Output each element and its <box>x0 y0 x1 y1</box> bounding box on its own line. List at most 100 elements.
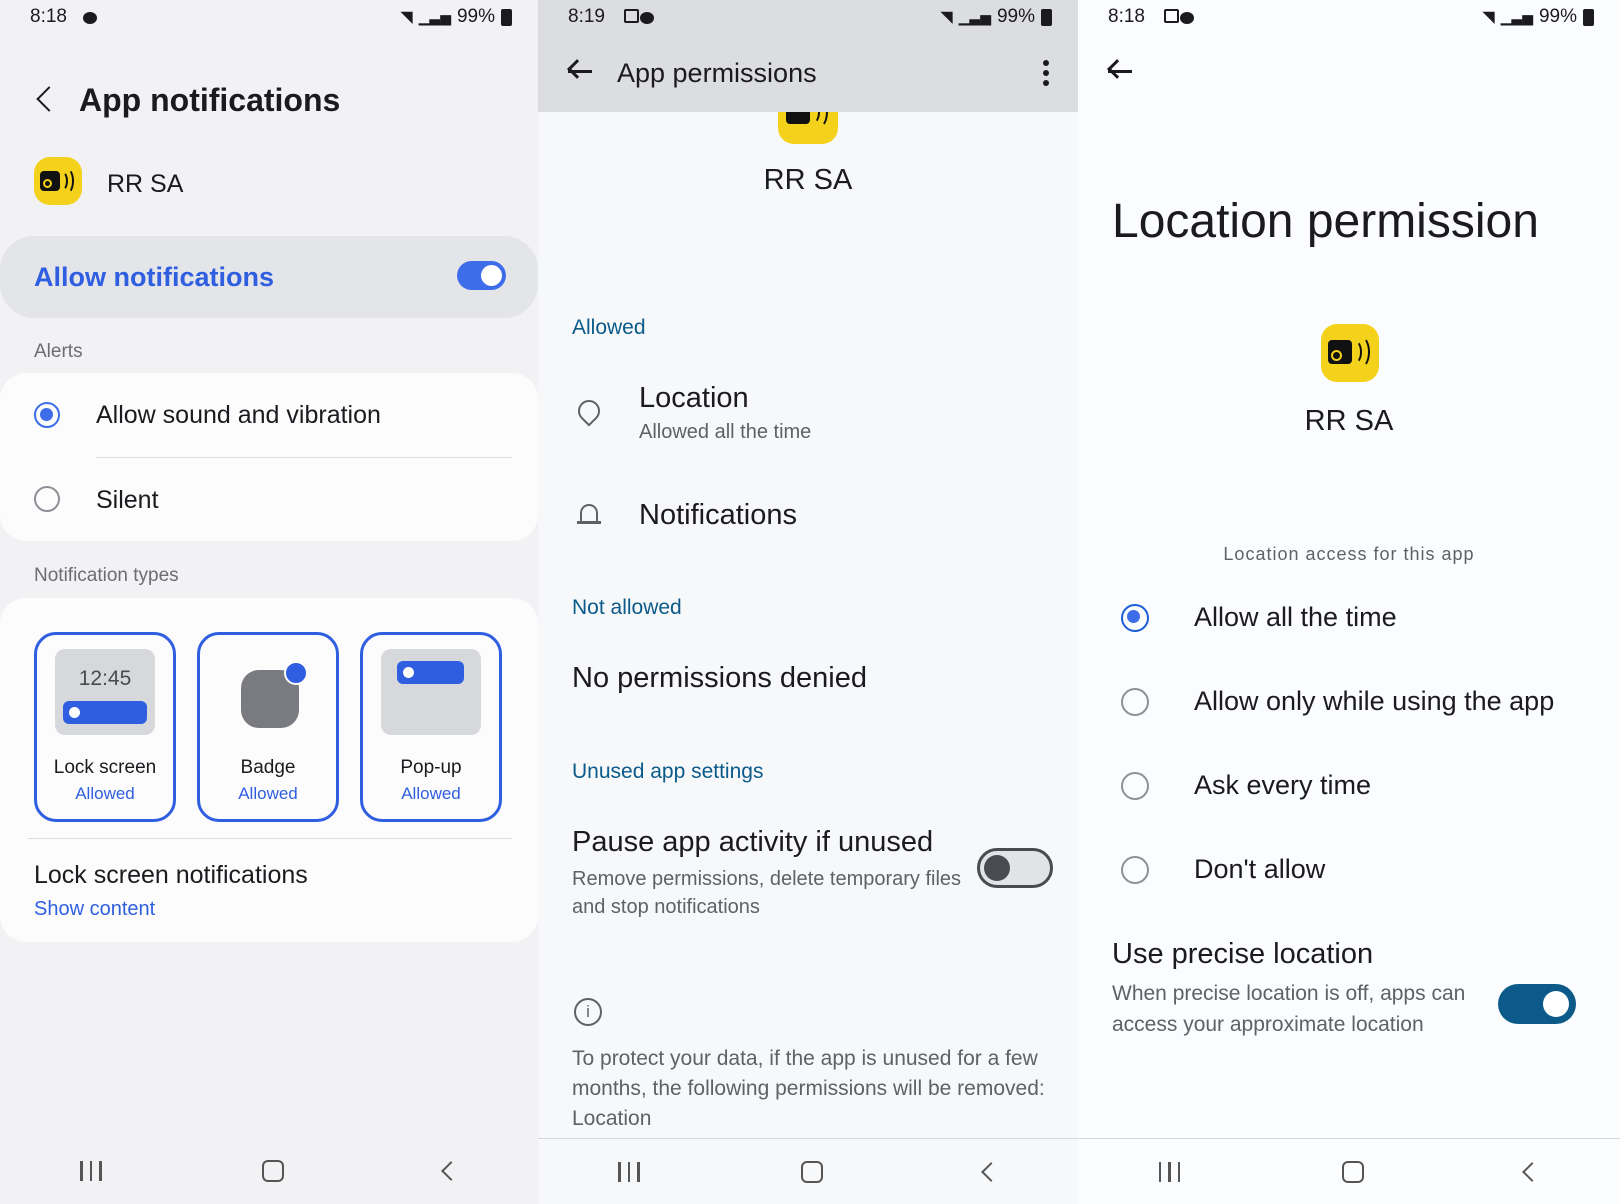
type-status-lock-screen: Allowed <box>75 784 135 803</box>
unused-app-settings-header: Unused app settings <box>572 760 764 783</box>
option-allow-all-the-time[interactable]: Allow all the time <box>1078 598 1620 662</box>
radio-dont-allow[interactable] <box>1121 856 1149 884</box>
label-ask-every-time: Ask every time <box>1194 770 1372 800</box>
notifications-permission-row[interactable]: Notifications <box>538 496 1078 556</box>
wifi-icon: ◥ <box>940 9 953 26</box>
alert-option-silent[interactable]: Silent <box>0 458 538 541</box>
notification-types-header: Notification types <box>34 565 179 586</box>
signal-icon: ▁▃▅ <box>958 8 991 25</box>
alert-label-silent: Silent <box>96 486 159 514</box>
image-icon <box>1164 9 1179 23</box>
nav-back-icon[interactable] <box>440 1161 461 1181</box>
wifi-icon: ◥ <box>1482 9 1495 26</box>
app-permissions-screen: 8:19 ◥ ▁▃▅ 99% App permissions RR SA All… <box>538 0 1078 1204</box>
location-access-header: Location access for this app <box>1223 544 1475 564</box>
type-status-badge: Allowed <box>238 784 298 803</box>
divider <box>28 838 512 839</box>
no-permissions-denied: No permissions denied <box>572 662 867 694</box>
allow-notifications-toggle[interactable] <box>457 261 506 290</box>
battery-icon <box>501 8 512 26</box>
message-icon <box>83 12 97 24</box>
battery-level: 99% <box>1538 6 1577 27</box>
back-arrow-icon[interactable] <box>566 56 596 86</box>
alert-radio-sound[interactable] <box>34 402 60 428</box>
lock-screen-notifications-row[interactable]: Lock screen notifications Show content <box>0 846 538 936</box>
lock-screen-preview: 12:45 <box>55 649 155 735</box>
alerts-header: Alerts <box>34 341 83 362</box>
location-title: Location <box>639 382 749 414</box>
app-name: RR SA <box>107 170 184 198</box>
location-permission-row[interactable]: Location Allowed all the time <box>538 376 1078 456</box>
precise-location-toggle[interactable] <box>1498 984 1576 1024</box>
recents-icon[interactable] <box>80 1161 102 1181</box>
pause-activity-toggle[interactable] <box>977 848 1053 888</box>
status-bar: 8:18 ◥ ▁▃▅ 99% <box>0 0 538 36</box>
app-name: RR SA <box>763 164 853 196</box>
allow-notifications-label: Allow notifications <box>34 262 274 292</box>
recents-icon[interactable] <box>1158 1161 1181 1182</box>
badge-dot <box>284 661 308 685</box>
home-icon[interactable] <box>1341 1160 1364 1183</box>
page-title: App permissions <box>617 58 817 88</box>
back-arrow-icon[interactable] <box>1106 56 1136 86</box>
alert-radio-silent[interactable] <box>34 486 60 512</box>
app-icon <box>34 157 82 205</box>
image-icon <box>624 9 639 23</box>
battery-icon <box>1583 8 1594 26</box>
radio-ask-every-time[interactable] <box>1121 772 1149 800</box>
lock-screen-notifications-value: Show content <box>34 898 156 920</box>
not-allowed-header: Not allowed <box>572 596 682 619</box>
preview-time: 12:45 <box>78 667 132 690</box>
app-name: RR SA <box>1304 405 1394 437</box>
allow-notifications-row[interactable]: Allow notifications <box>0 236 538 318</box>
nav-back-icon[interactable] <box>980 1161 1001 1182</box>
label-allow-while-using: Allow only while using the app <box>1194 686 1555 716</box>
status-time: 8:18 <box>1108 6 1145 27</box>
type-name-badge: Badge <box>240 757 296 778</box>
navigation-bar <box>538 1138 1078 1204</box>
radio-allow-all-the-time[interactable] <box>1121 604 1149 632</box>
status-bar: 8:18 ◥ ▁▃▅ 99% <box>1078 0 1620 36</box>
type-lock-screen[interactable]: 12:45 Lock screen Allowed <box>34 632 176 822</box>
battery-icon <box>1041 8 1052 26</box>
bell-icon <box>580 504 598 522</box>
battery-level: 99% <box>456 6 495 27</box>
recents-icon[interactable] <box>618 1161 640 1182</box>
alert-label-sound: Allow sound and vibration <box>96 401 381 429</box>
location-permission-screen: 8:18 ◥ ▁▃▅ 99% Location permission RR SA… <box>1078 0 1620 1204</box>
alerts-card: Allow sound and vibration Silent <box>0 373 538 541</box>
allowed-header: Allowed <box>572 316 646 339</box>
back-icon[interactable] <box>36 86 62 112</box>
precise-location-row[interactable]: Use precise location When precise locati… <box>1078 938 1620 1078</box>
location-pin-icon <box>573 395 605 427</box>
info-text: To protect your data, if the app is unus… <box>572 1047 1045 1130</box>
home-icon[interactable] <box>800 1160 823 1183</box>
page-title: App notifications <box>79 82 341 118</box>
alert-option-sound[interactable]: Allow sound and vibration <box>0 373 538 457</box>
type-name-lock-screen: Lock screen <box>53 757 157 778</box>
notifications-title: Notifications <box>639 499 797 531</box>
app-notifications-screen: 8:18 ◥ ▁▃▅ 99% App notifications RR SA A… <box>0 0 538 1204</box>
label-dont-allow: Don't allow <box>1194 854 1326 884</box>
signal-icon: ▁▃▅ <box>1500 8 1533 25</box>
page-title: Location permission <box>1112 195 1539 248</box>
app-icon <box>1321 324 1379 382</box>
option-ask-every-time[interactable]: Ask every time <box>1078 766 1620 830</box>
precise-location-title: Use precise location <box>1112 938 1374 970</box>
message-icon <box>1180 12 1194 24</box>
pause-subtitle: Remove permissions, delete temporary fil… <box>572 868 962 918</box>
more-options-icon[interactable] <box>1043 60 1049 86</box>
info-icon: i <box>574 998 602 1026</box>
nav-back-icon[interactable] <box>1522 1161 1543 1182</box>
popup-preview <box>381 649 481 735</box>
home-icon[interactable] <box>261 1160 284 1182</box>
option-allow-while-using[interactable]: Allow only while using the app <box>1078 682 1620 746</box>
precise-location-subtitle: When precise location is off, apps can a… <box>1112 982 1466 1036</box>
option-dont-allow[interactable]: Don't allow <box>1078 850 1620 914</box>
pause-app-activity-row[interactable]: Pause app activity if unused Remove perm… <box>538 820 1078 930</box>
status-time: 8:19 <box>568 6 605 27</box>
radio-allow-while-using[interactable] <box>1121 688 1149 716</box>
type-popup[interactable]: Pop-up Allowed <box>360 632 502 822</box>
type-badge[interactable]: Badge Allowed <box>197 632 339 822</box>
message-icon <box>640 12 654 24</box>
